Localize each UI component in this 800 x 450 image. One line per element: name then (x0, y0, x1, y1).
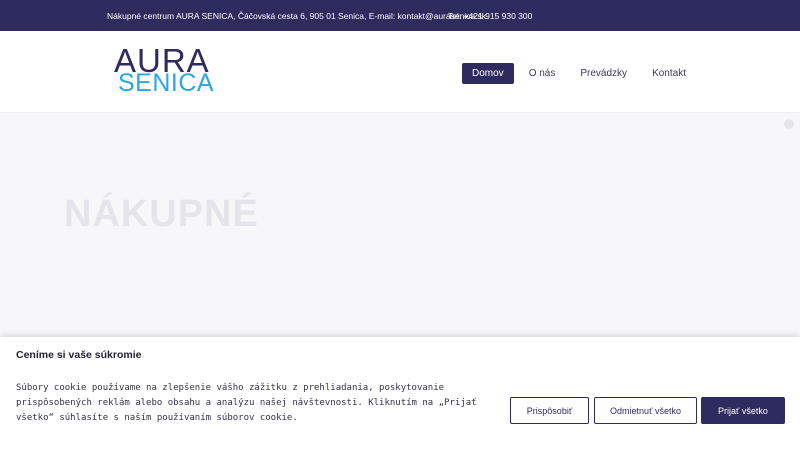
hero-headline: NÁKUPNÉ (64, 193, 259, 235)
address-email-text: Nákupné centrum AURA SENICA, Čáčovská ce… (107, 11, 487, 21)
nav-item-domov[interactable]: Domov (462, 63, 514, 84)
cookie-description: Súbory cookie používame na zlepšenie váš… (16, 383, 477, 423)
site-header: AURA SENICA Domov O nás Prevádzky Kontak… (0, 31, 800, 113)
hero-banner: NÁKUPNÉ (0, 113, 800, 338)
cookie-title: Ceníme si vaše súkromie (16, 349, 142, 361)
phone-text: Tel: +421 915 930 300 (448, 11, 533, 21)
nav-item-o-nas[interactable]: O nás (519, 63, 566, 84)
nav-item-kontakt[interactable]: Kontakt (642, 63, 696, 84)
logo[interactable]: AURA SENICA (114, 42, 232, 97)
customize-button[interactable]: Prispôsobiť (510, 397, 589, 424)
accept-all-button[interactable]: Prijať všetko (701, 397, 785, 424)
slider-dot-icon[interactable] (784, 119, 794, 129)
reject-all-button[interactable]: Odmietnuť všetko (594, 397, 697, 424)
logo-senica-text: SENICA (118, 69, 215, 97)
top-info-bar: Nákupné centrum AURA SENICA, Čáčovská ce… (0, 0, 800, 31)
main-nav: Domov O nás Prevádzky Kontakt (462, 63, 701, 84)
cookie-consent-banner: Ceníme si vaše súkromie Súbory cookie po… (0, 337, 800, 450)
nav-item-prevadzky[interactable]: Prevádzky (570, 63, 637, 84)
